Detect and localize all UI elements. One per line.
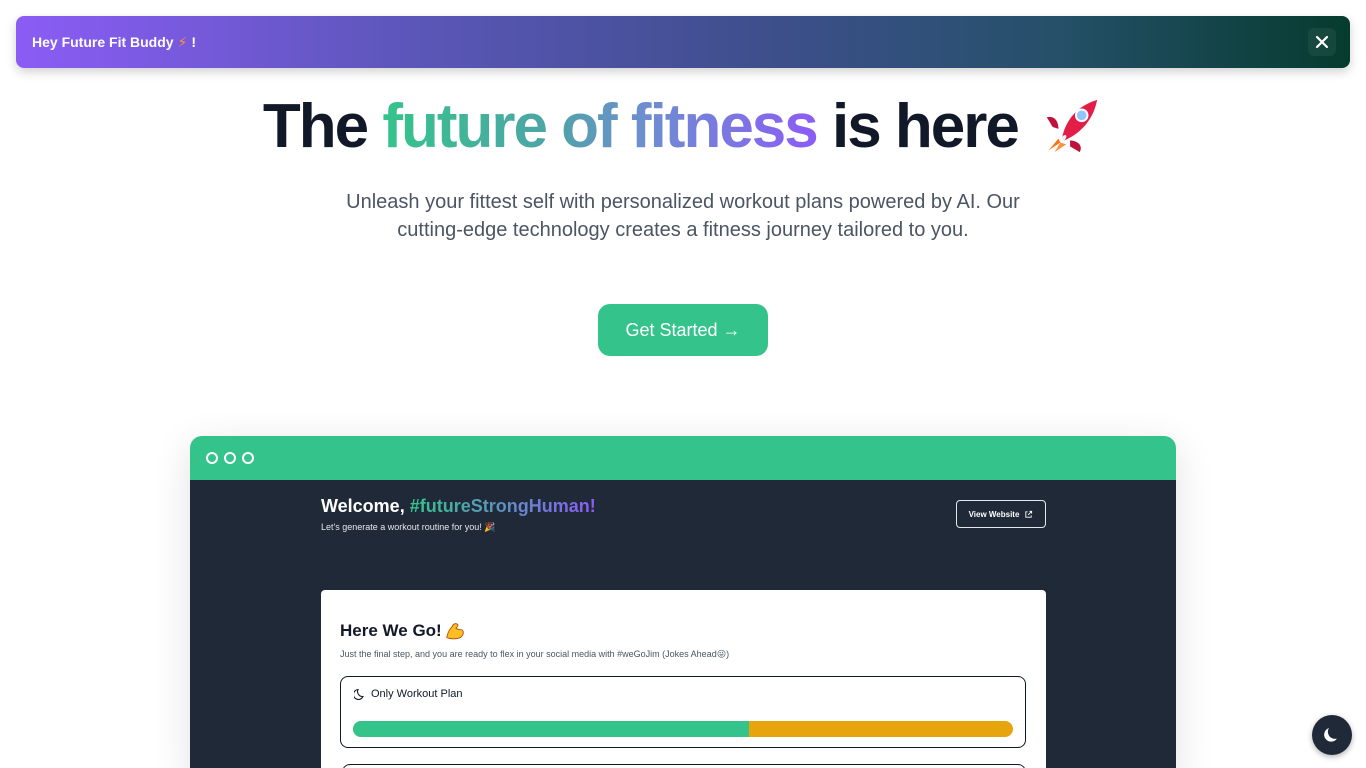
plan-progress-fill — [353, 721, 749, 737]
hero-title-post: is here — [832, 92, 1020, 161]
workout-card: Here We Go! Just the final step, and you… — [321, 590, 1046, 768]
get-started-button[interactable]: Get Started → — [598, 304, 768, 356]
welcome-name: #futureStrongHuman! — [409, 496, 596, 516]
bolt-icon: ⚡ — [177, 33, 188, 50]
hero-title: The future of fitness is here — [0, 88, 1366, 166]
announcement-banner: Hey Future Fit Buddy ⚡ ! — [16, 16, 1350, 68]
next-plan-option[interactable] — [342, 764, 1026, 768]
rocket-icon — [1046, 99, 1098, 152]
moon-icon — [1324, 728, 1337, 742]
preview-body: Welcome, #futureStrongHuman! Let's gener… — [190, 480, 1176, 768]
welcome-prefix: Welcome, — [321, 496, 405, 516]
banner-close-button[interactable] — [1308, 28, 1336, 56]
close-icon — [1315, 35, 1329, 49]
app-preview-window: Welcome, #futureStrongHuman! Let's gener… — [190, 436, 1176, 768]
hero-subtitle: Unleash your fittest self with personali… — [346, 191, 1020, 241]
window-dot — [224, 452, 236, 464]
window-dot — [242, 452, 254, 464]
plan-label-text: Only Workout Plan — [371, 688, 463, 700]
window-dot — [206, 452, 218, 464]
view-website-button[interactable]: View Website — [956, 500, 1046, 528]
plan-progress-bar — [353, 721, 1013, 737]
browser-titlebar — [190, 436, 1176, 480]
hero-title-highlight: future of fitness — [382, 92, 818, 161]
card-subtitle: Just the final step, and you are ready t… — [340, 649, 730, 659]
banner-text: Hey Future Fit Buddy ⚡ ! — [32, 34, 196, 51]
banner-exclaim: ! — [191, 34, 197, 50]
flexed-biceps-icon — [445, 623, 464, 640]
welcome-heading: Welcome, #futureStrongHuman! — [321, 496, 596, 517]
hero-title-pre: The — [262, 92, 369, 161]
view-website-label: View Website — [968, 509, 1020, 519]
external-link-icon — [1025, 510, 1033, 518]
workout-plan-option[interactable]: Only Workout Plan — [340, 676, 1026, 748]
card-title: Here We Go! — [340, 620, 466, 642]
banner-greeting: Hey Future Fit Buddy — [32, 34, 174, 50]
welcome-subtitle: Let's generate a workout routine for you… — [321, 522, 496, 532]
dark-mode-toggle[interactable] — [1312, 715, 1352, 755]
card-title-text: Here We Go! — [340, 621, 442, 640]
plan-label: Only Workout Plan — [354, 688, 463, 700]
moon-icon — [354, 688, 364, 700]
